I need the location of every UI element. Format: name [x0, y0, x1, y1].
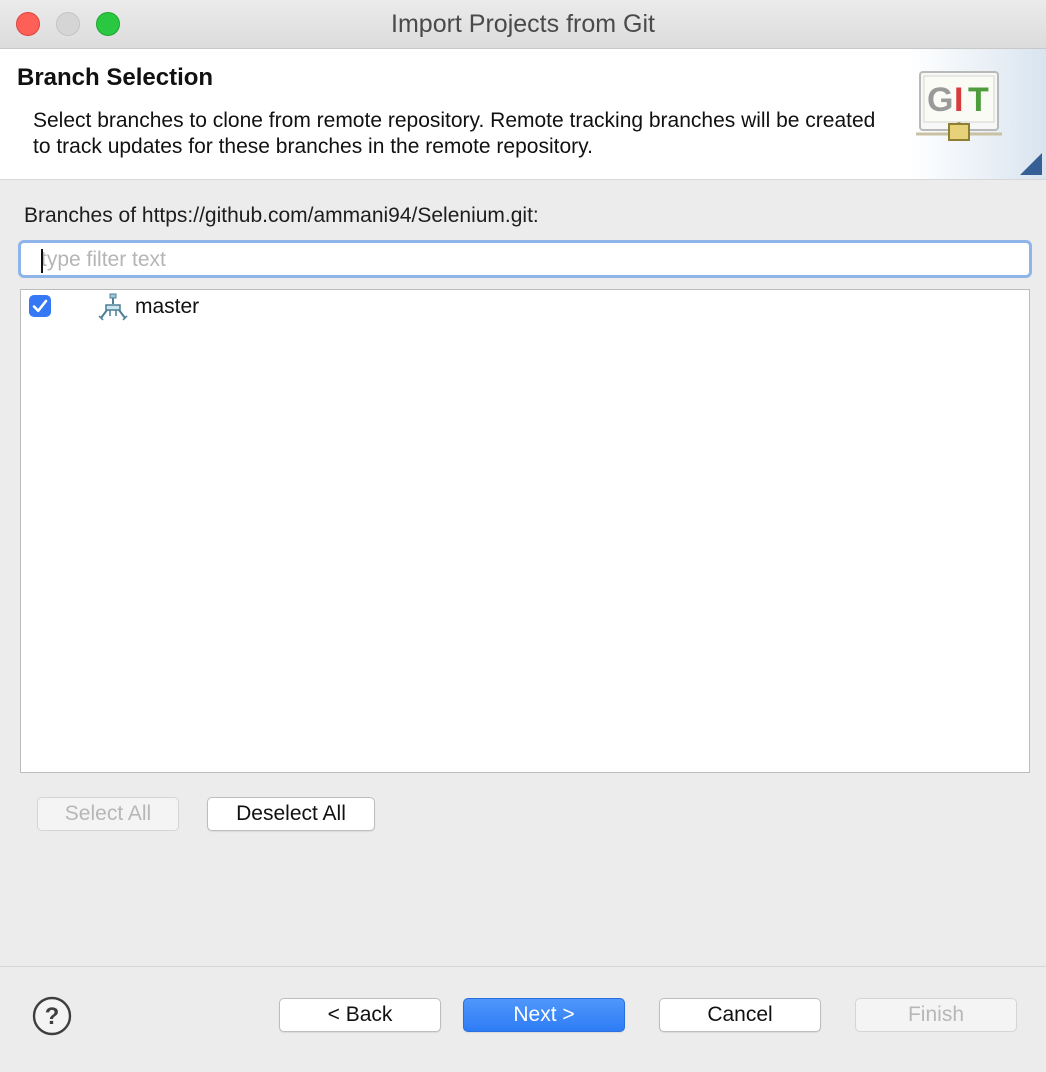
filter-input[interactable] — [41, 247, 1001, 273]
wizard-banner: Branch Selection Select branches to clon… — [0, 49, 1046, 180]
svg-text:?: ? — [45, 1003, 60, 1030]
svg-text:G: G — [927, 81, 953, 119]
footer-divider — [0, 966, 1046, 967]
checkmark-icon — [32, 299, 48, 313]
next-button[interactable]: Next > — [463, 998, 625, 1032]
page-title: Branch Selection — [17, 64, 214, 91]
branch-icon — [97, 292, 129, 322]
svg-text:I: I — [954, 81, 963, 119]
branches-label: Branches of https://github.com/ammani94/… — [24, 204, 539, 227]
filter-field[interactable] — [18, 240, 1032, 278]
cancel-button[interactable]: Cancel — [659, 998, 821, 1032]
branch-name: master — [135, 295, 200, 318]
git-logo-icon: G I T — [910, 49, 1046, 179]
help-icon[interactable]: ? — [32, 996, 72, 1036]
back-button[interactable]: < Back — [279, 998, 441, 1032]
title-bar[interactable]: Import Projects from Git — [0, 0, 1046, 49]
deselect-all-button[interactable]: Deselect All — [207, 797, 375, 831]
branch-list[interactable]: master — [20, 289, 1030, 773]
branch-row[interactable]: master — [21, 290, 1029, 324]
finish-button[interactable]: Finish — [855, 998, 1017, 1032]
page-description: Select branches to clone from remote rep… — [33, 109, 876, 158]
branch-checkbox[interactable] — [29, 295, 51, 317]
svg-text:T: T — [968, 81, 989, 119]
select-all-button[interactable]: Select All — [37, 797, 179, 831]
text-caret — [41, 249, 43, 273]
import-dialog: Import Projects from Git Branch Selectio… — [0, 0, 1046, 1072]
window-title: Import Projects from Git — [391, 10, 655, 38]
